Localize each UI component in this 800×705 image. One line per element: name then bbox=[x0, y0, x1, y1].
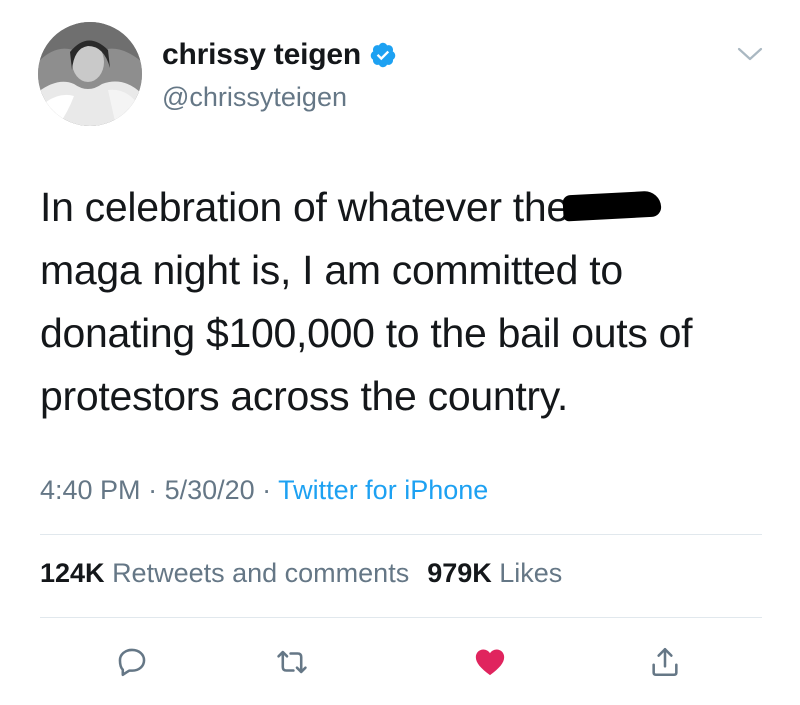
display-name-row[interactable]: chrissy teigen bbox=[162, 38, 397, 72]
likes-stat[interactable]: 979K Likes bbox=[427, 558, 562, 588]
redaction-scribble bbox=[562, 190, 662, 222]
retweets-stat[interactable]: 124K Retweets and comments bbox=[40, 558, 409, 588]
meta-separator: · bbox=[140, 475, 165, 505]
tweet-text: In celebration of whatever the maga nigh… bbox=[40, 176, 770, 428]
reply-button[interactable] bbox=[112, 642, 152, 682]
retweets-count: 124K bbox=[40, 558, 105, 588]
reply-icon bbox=[118, 648, 146, 677]
profile-photo bbox=[38, 22, 142, 126]
tweet-source-link[interactable]: Twitter for iPhone bbox=[278, 475, 488, 505]
likes-label: Likes bbox=[499, 558, 563, 588]
verified-badge-icon bbox=[369, 41, 397, 69]
tweet-time: 4:40 PM bbox=[40, 475, 141, 505]
heart-filled-icon bbox=[475, 649, 505, 676]
tweet-line-text: In celebration of whatever the bbox=[40, 184, 569, 230]
retweet-icon bbox=[277, 650, 307, 674]
tweet-stats: 124K Retweets and comments 979K Likes bbox=[40, 558, 562, 589]
tweet-date: 5/30/20 bbox=[164, 475, 255, 505]
tweet-meta: 4:40 PM · 5/30/20 · Twitter for iPhone bbox=[40, 475, 488, 506]
tweet-line: protestors across the country. bbox=[40, 373, 569, 419]
meta-separator: · bbox=[254, 475, 279, 505]
tweet-line: In celebration of whatever the bbox=[40, 176, 770, 239]
likes-count: 979K bbox=[427, 558, 492, 588]
divider bbox=[40, 617, 762, 618]
user-handle[interactable]: @chrissyteigen bbox=[162, 82, 347, 113]
action-bar bbox=[0, 642, 800, 682]
display-name[interactable]: chrissy teigen bbox=[162, 38, 361, 72]
share-button[interactable] bbox=[645, 642, 685, 682]
tweet-line: maga night is, I am committed to bbox=[40, 247, 623, 293]
like-button[interactable] bbox=[470, 642, 510, 682]
chevron-down-icon[interactable] bbox=[736, 44, 764, 64]
retweets-label: Retweets and comments bbox=[112, 558, 410, 588]
divider bbox=[40, 534, 762, 535]
share-icon bbox=[652, 647, 678, 677]
tweet-line: donating $100,000 to the bail outs of bbox=[40, 310, 693, 356]
avatar[interactable] bbox=[38, 22, 142, 126]
retweet-button[interactable] bbox=[272, 642, 312, 682]
